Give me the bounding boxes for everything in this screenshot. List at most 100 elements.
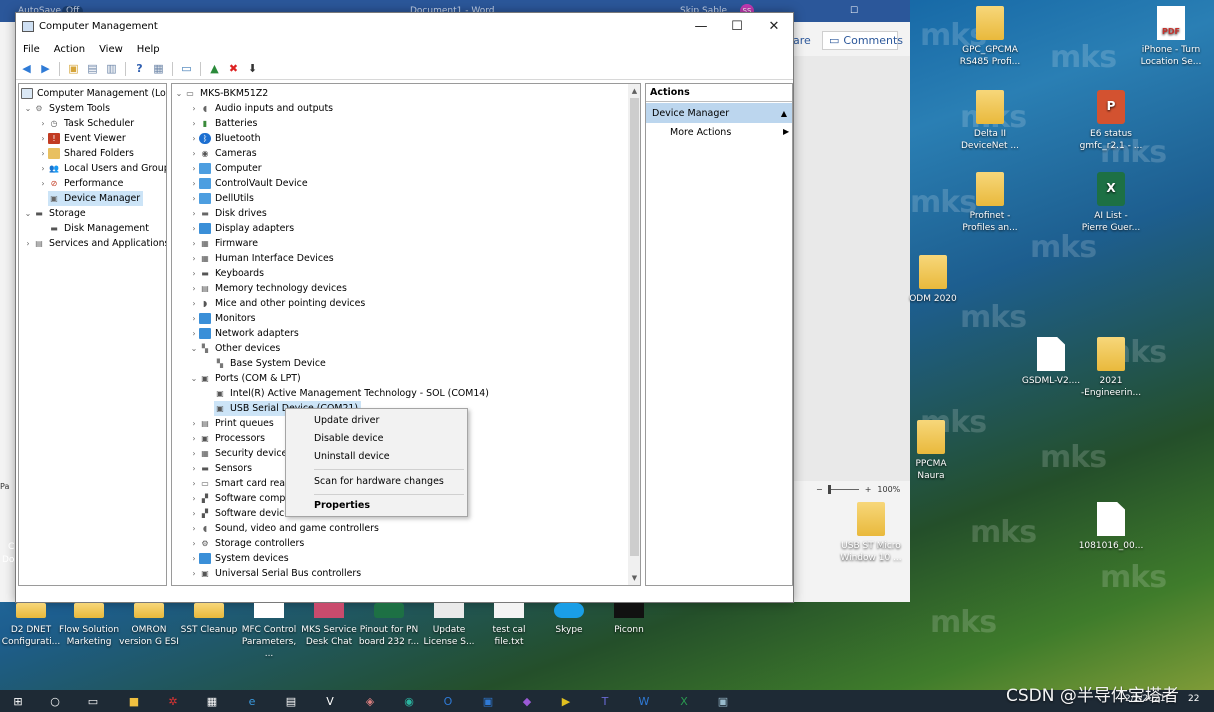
uninstall-device-item[interactable]: Uninstall device [314, 451, 390, 462]
desktop-icon[interactable]: Pinout for PN board 232 r... [358, 603, 420, 648]
scrollbar-thumb[interactable] [630, 98, 639, 556]
desktop-icon[interactable]: 2021 -Engineerin... [1071, 337, 1151, 399]
chevron-right-icon[interactable]: › [189, 164, 199, 173]
scroll-down-icon[interactable]: ▼ [628, 571, 640, 584]
update-driver-item[interactable]: Update driver [314, 415, 379, 426]
properties-icon[interactable]: ▥ [104, 61, 119, 76]
tree-node[interactable]: › ▬ Disk drives [189, 206, 266, 221]
desktop-icon[interactable]: Profinet - Profiles an... [950, 172, 1030, 234]
zoom-level[interactable]: 100% [877, 485, 900, 494]
menu-help[interactable]: Help [137, 44, 160, 55]
notification-badge[interactable]: 22 [1188, 694, 1199, 704]
chevron-right-icon[interactable]: › [189, 284, 199, 293]
tree-node[interactable]: › DellUtils [189, 191, 254, 206]
up-folder-icon[interactable]: ▣ [66, 61, 81, 76]
tree-node[interactable]: › ◖ Audio inputs and outputs [189, 101, 333, 116]
chevron-right-icon[interactable]: › [189, 539, 199, 548]
chevron-right-icon[interactable]: › [189, 194, 199, 203]
tree-node[interactable]: › ◖ Sound, video and game controllers [189, 521, 378, 536]
tree-node[interactable]: ⌄ ⚙ System Tools [23, 101, 110, 116]
file-explorer-icon[interactable]: ■ [126, 693, 142, 709]
tree-node[interactable]: ▣ Intel(R) Active Management Technology -… [214, 386, 489, 401]
tree-node[interactable]: › ▦ Security devices [189, 446, 292, 461]
tree-node[interactable]: ⌄ ▬ Storage [23, 206, 86, 221]
app-icon[interactable]: ▦ [204, 693, 220, 709]
tree-node[interactable]: › ◗ Mice and other pointing devices [189, 296, 365, 311]
outlook-icon[interactable]: O [440, 693, 456, 709]
menu-file[interactable]: File [23, 44, 40, 55]
desktop-icon[interactable]: MFC Control Parameters, ... [238, 603, 300, 660]
tree-node[interactable]: › ▬ Keyboards [189, 266, 264, 281]
desktop-icon[interactable]: Skype [538, 603, 600, 636]
computer-management-taskbar-icon[interactable]: ▣ [715, 693, 731, 709]
tree-node[interactable]: › ▤ Print queues [189, 416, 273, 431]
chevron-right-icon[interactable]: › [189, 479, 199, 488]
desktop-icon[interactable]: USB ST Micro Window 10 ... [831, 502, 911, 564]
tree-node[interactable]: › Network adapters [189, 326, 299, 341]
chevron-right-icon[interactable]: › [38, 134, 48, 143]
task-view-icon[interactable]: ▭ [85, 693, 101, 709]
tree-node[interactable]: › Monitors [189, 311, 256, 326]
tree-node[interactable]: › 👥 Local Users and Groups [38, 161, 166, 176]
action-pane-icon[interactable]: ▦ [151, 61, 166, 76]
tree-node[interactable]: › ! Event Viewer [38, 131, 126, 146]
tree-node[interactable]: › ᛒ Bluetooth [189, 131, 261, 146]
tree-node[interactable]: › ◷ Task Scheduler [38, 116, 134, 131]
desktop-icon[interactable]: 1081016_00... [1071, 502, 1151, 552]
scan-hardware-item[interactable]: Scan for hardware changes [314, 476, 444, 487]
app-icon[interactable]: ▣ [480, 693, 496, 709]
excel-taskbar-icon[interactable]: X [676, 693, 692, 709]
chevron-right-icon[interactable]: › [189, 104, 199, 113]
vnc-icon[interactable]: V [322, 693, 338, 709]
chevron-right-icon[interactable]: › [189, 464, 199, 473]
desktop-icon[interactable]: OMRON version G ESI [118, 603, 180, 648]
minimize-button[interactable]: — [683, 13, 719, 40]
desktop-icon[interactable]: PDF iPhone - Turn Location Se... [1131, 6, 1211, 68]
word-restore-icon[interactable]: ☐ [850, 6, 858, 16]
desktop-icon[interactable]: X AI List - Pierre Guer... [1071, 172, 1151, 234]
maximize-button[interactable]: ☐ [719, 13, 755, 40]
tree-node[interactable]: › ⊘ Performance [38, 176, 123, 191]
chevron-right-icon[interactable]: › [189, 209, 199, 218]
visual-studio-icon[interactable]: ◆ [519, 693, 535, 709]
desktop-icon[interactable]: ODM 2020 [893, 255, 973, 305]
desktop-icon[interactable]: Flow Solution Marketing [58, 603, 120, 648]
tree-node[interactable]: › ▣ Universal Serial Bus controllers [189, 566, 361, 581]
disable-device-item[interactable]: Disable device [314, 433, 383, 444]
desktop-icon[interactable]: P E6 status gmfc_r2.1 - ... [1071, 90, 1151, 152]
chevron-right-icon[interactable]: › [189, 179, 199, 188]
chevron-right-icon[interactable]: › [23, 239, 33, 248]
console-tree[interactable]: Computer Management (Local) ⌄ ⚙ System T… [18, 83, 167, 586]
chevron-right-icon[interactable]: › [38, 149, 48, 158]
teams-icon[interactable]: T [597, 693, 613, 709]
tree-node[interactable]: › Display adapters [189, 221, 294, 236]
chevron-right-icon[interactable]: › [189, 494, 199, 503]
vertical-scrollbar[interactable]: ▲ ▼ [628, 84, 640, 585]
chevron-right-icon[interactable]: › [189, 269, 199, 278]
close-button[interactable]: ✕ [756, 13, 792, 40]
edge-legacy-icon[interactable]: e [244, 693, 260, 709]
chevron-right-icon[interactable]: › [189, 434, 199, 443]
comments-button[interactable]: ▭ Comments [822, 31, 903, 50]
chevron-right-icon[interactable]: › [189, 449, 199, 458]
tree-node[interactable]: › ControlVault Device [189, 176, 308, 191]
desktop-icon[interactable]: GPC_GPCMA RS485 Profi... [950, 6, 1030, 68]
collapse-icon[interactable]: ▲ [781, 109, 787, 118]
tree-node[interactable]: ▚ Base System Device [214, 356, 326, 371]
monitor-icon[interactable]: ▭ [179, 61, 194, 76]
chevron-right-icon[interactable]: › [189, 224, 199, 233]
chevron-right-icon[interactable]: › [189, 254, 199, 263]
forward-icon[interactable]: ▶ [38, 61, 53, 76]
tree-node[interactable]: ⌄ ▚ Other devices [189, 341, 281, 356]
chevron-down-icon[interactable]: ⌄ [174, 89, 184, 98]
chevron-down-icon[interactable]: ⌄ [189, 374, 199, 383]
download-icon[interactable]: ⬇ [245, 61, 260, 76]
tree-node[interactable]: › ▦ Human Interface Devices [189, 251, 333, 266]
scroll-up-icon[interactable]: ▲ [628, 84, 640, 97]
chevron-right-icon[interactable]: › [189, 299, 199, 308]
properties-item[interactable]: Properties [314, 500, 370, 511]
chevron-right-icon[interactable]: › [189, 149, 199, 158]
desktop-icon[interactable]: Piconn [598, 603, 660, 636]
tree-node[interactable]: › Computer [189, 161, 262, 176]
tree-node[interactable]: › ▦ Firmware [189, 236, 258, 251]
